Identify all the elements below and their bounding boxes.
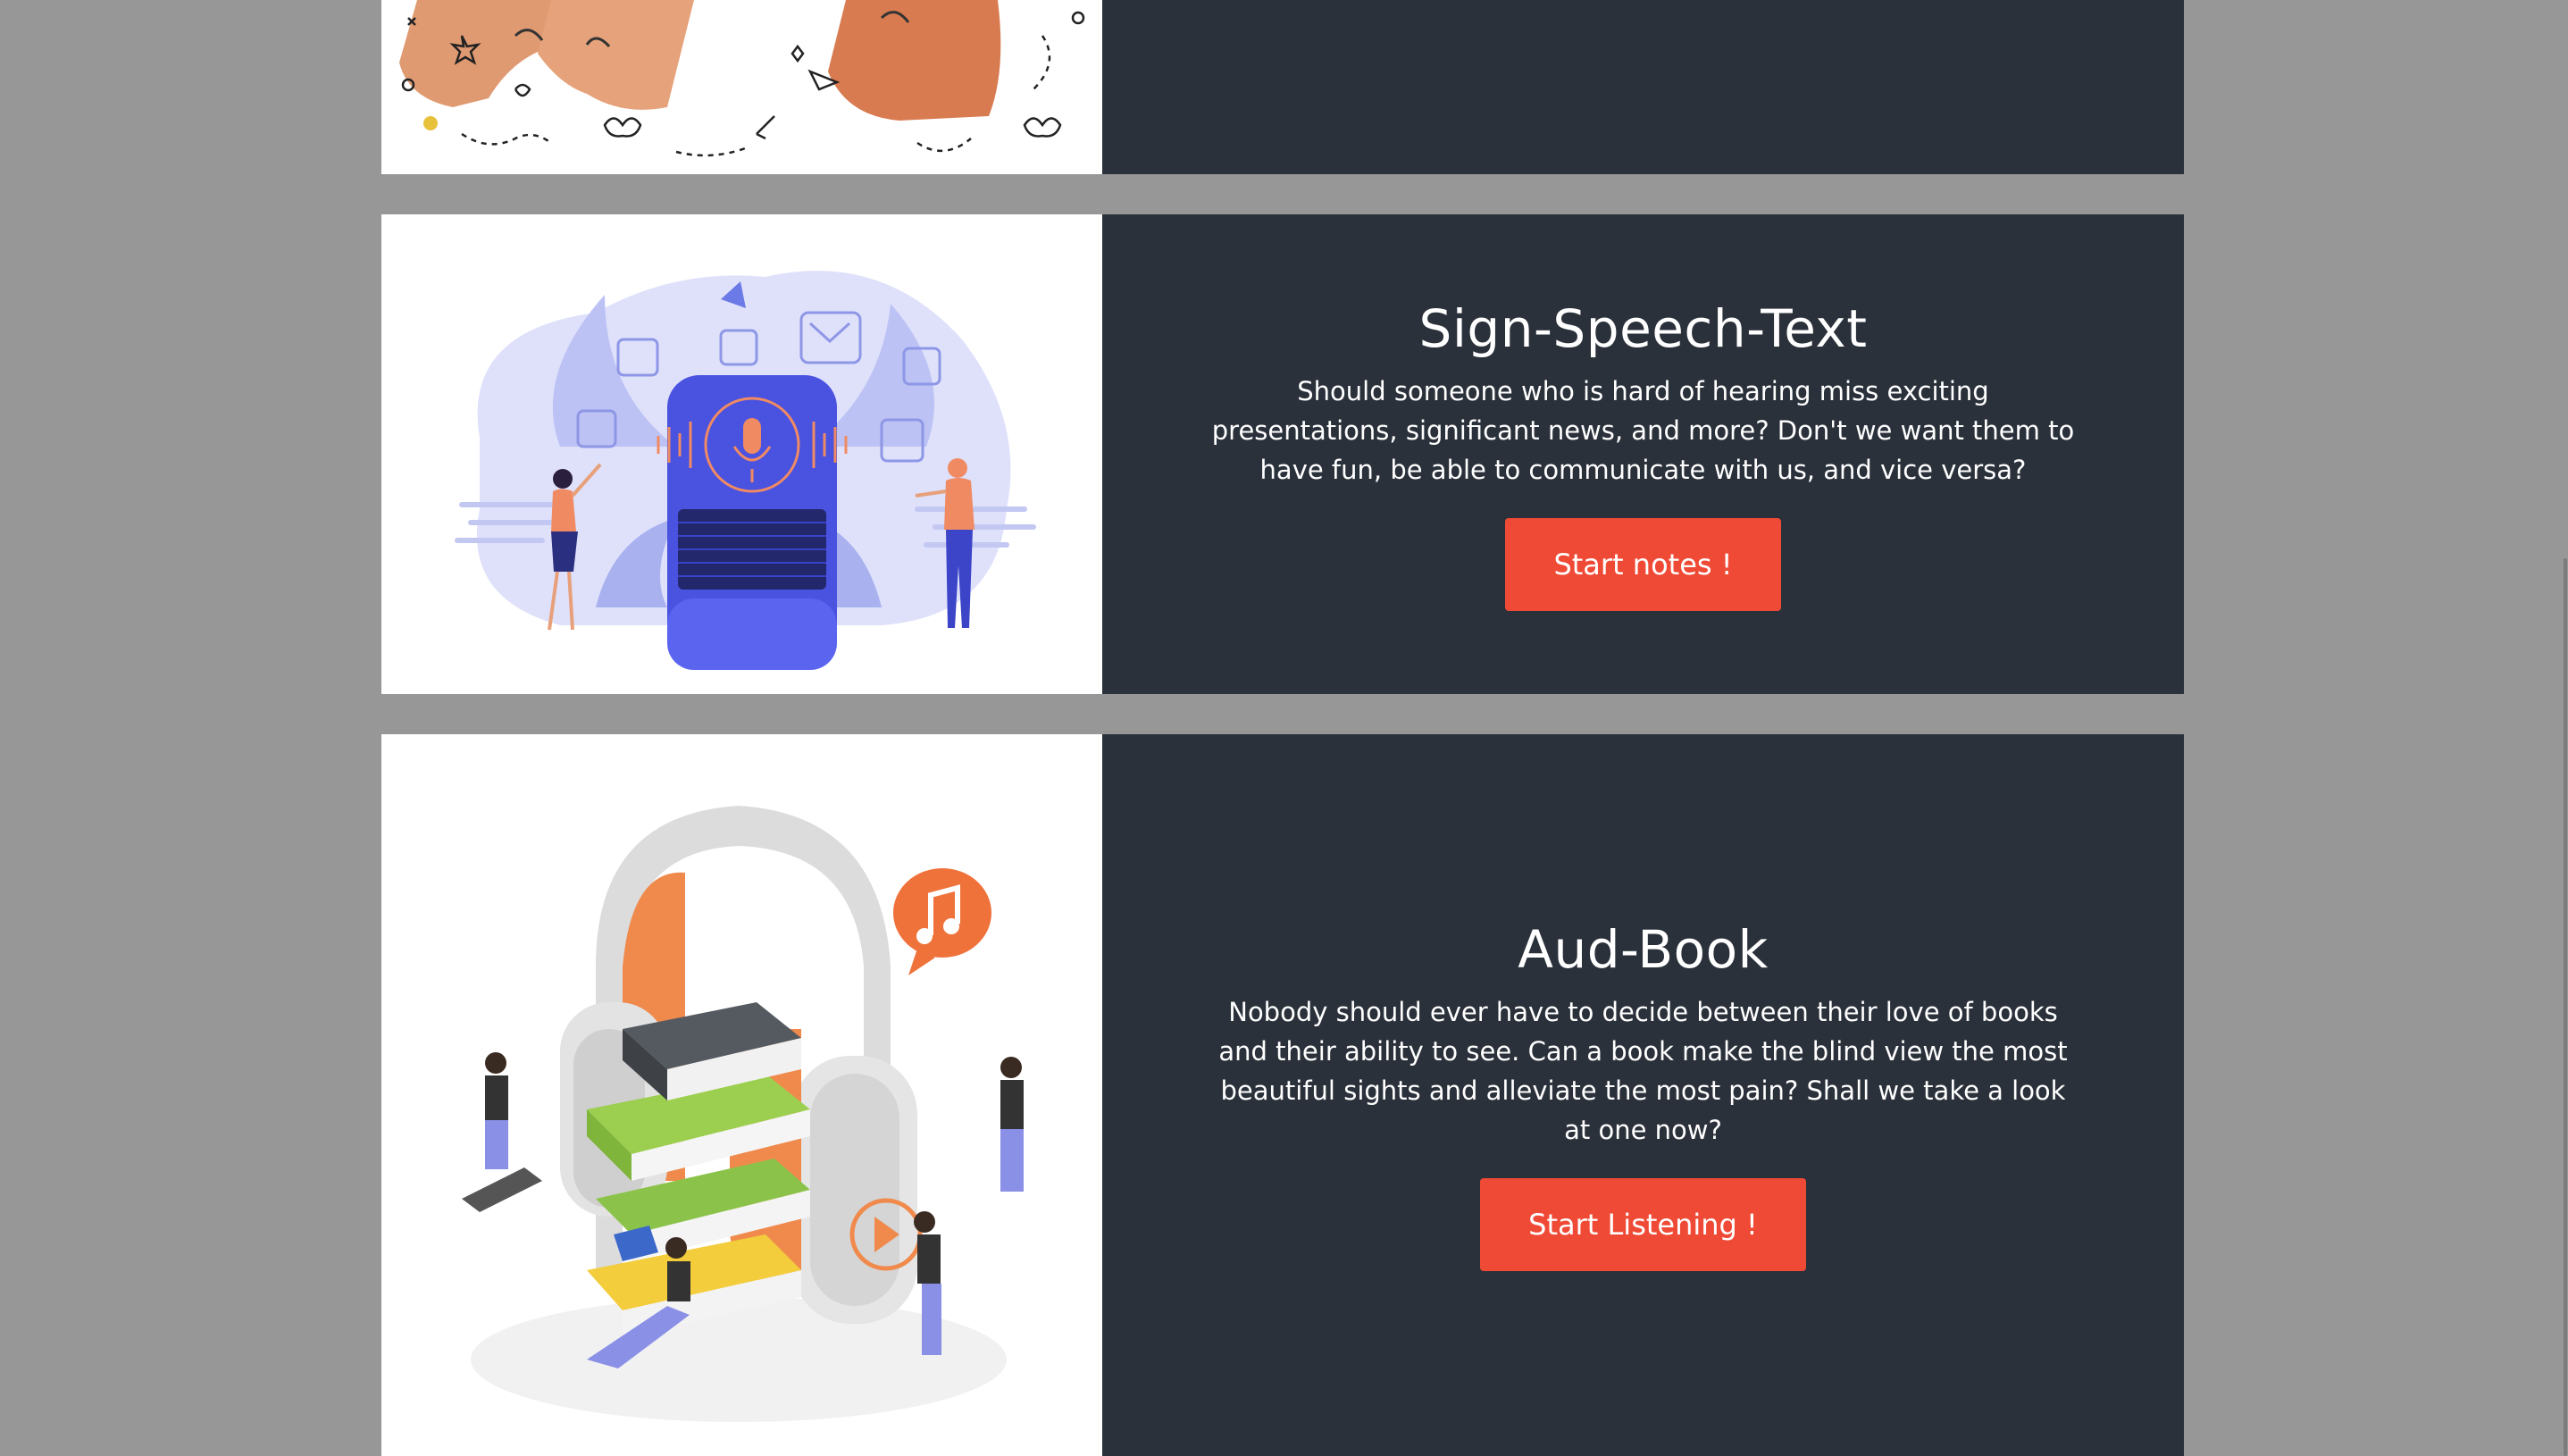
feature-card-body: Aud-Book Nobody should ever have to deci… (1102, 734, 2184, 1456)
hands-heart-illustration (381, 0, 1102, 174)
page-scrollbar[interactable] (2561, 0, 2568, 1456)
scrollbar-thumb[interactable] (2564, 558, 2567, 1456)
headphones-books-illustration (381, 734, 1102, 1456)
feature-card-body: Sign-Speech-Text Should someone who is h… (1102, 214, 2184, 694)
feature-title: Sign-Speech-Text (1418, 297, 1868, 359)
feature-card-sign-speech-text: Sign-Speech-Text Should someone who is h… (381, 214, 2184, 694)
feature-card-aud-book: Aud-Book Nobody should ever have to deci… (381, 734, 2184, 1456)
start-notes-button[interactable]: Start notes ! (1505, 517, 1781, 611)
start-listening-button[interactable]: Start Listening ! (1480, 1178, 1806, 1271)
feature-card-top-body (1102, 0, 2184, 174)
feature-description: Nobody should ever have to decide betwee… (1218, 997, 2068, 1145)
feature-description: Should someone who is hard of hearing mi… (1211, 375, 2075, 485)
smart-speaker-illustration (381, 214, 1102, 694)
feature-title: Aud-Book (1518, 919, 1769, 980)
feature-card-top (381, 0, 2184, 174)
